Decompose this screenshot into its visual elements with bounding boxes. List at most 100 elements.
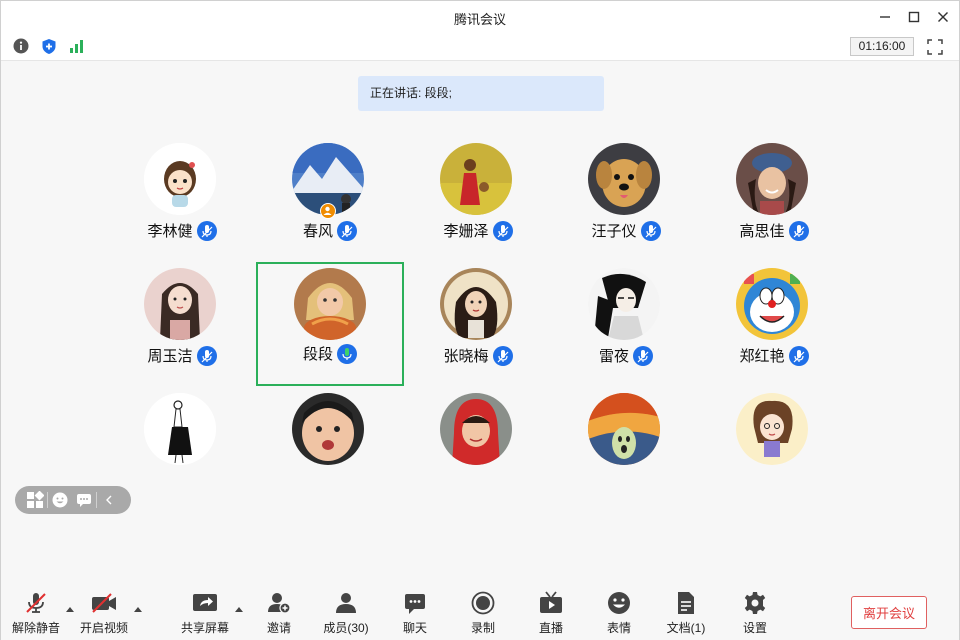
participant-tile-active[interactable]: 段段 — [256, 262, 404, 386]
name-bar: 春风 — [256, 220, 404, 241]
microphone-icon — [492, 220, 513, 241]
signal-bars-icon — [70, 40, 83, 53]
smiley-icon — [606, 591, 632, 615]
microphone-muted-icon — [23, 591, 49, 615]
cartoon-girl-avatar — [144, 143, 216, 215]
name-bar: 李林健 — [108, 220, 256, 241]
caret-up-icon — [134, 607, 142, 612]
chevron-left-icon — [106, 495, 112, 505]
documents-label: 文档(1) — [666, 621, 706, 635]
documents-button[interactable]: 文档(1) — [656, 591, 716, 637]
girl-with-hat-avatar — [736, 143, 808, 215]
microphone-icon — [196, 220, 217, 241]
red-hood-girl-avatar — [440, 393, 512, 465]
participant-name: 李林健 — [147, 223, 193, 240]
settings-button[interactable]: 设置 — [725, 591, 785, 637]
share-options-caret[interactable] — [234, 601, 244, 612]
microphone-icon — [196, 345, 217, 366]
participant-tile[interactable] — [256, 389, 404, 513]
minimize-icon — [880, 16, 890, 18]
participant-tile[interactable]: 雷夜 — [552, 264, 700, 388]
microphone-icon — [788, 345, 809, 366]
fullscreen-icon — [927, 39, 943, 55]
collapse-panel-button[interactable] — [97, 488, 121, 512]
live-label: 直播 — [538, 621, 563, 635]
settings-label: 设置 — [742, 621, 767, 635]
avatar — [440, 143, 512, 215]
comment-bubble-icon — [77, 494, 91, 507]
maximize-icon — [908, 11, 920, 23]
participant-name: 张晓梅 — [443, 348, 489, 365]
participant-tile[interactable] — [700, 389, 848, 513]
avatar — [144, 393, 216, 465]
participant-tile[interactable]: 李姗泽 — [404, 139, 552, 263]
close-button[interactable] — [933, 7, 953, 27]
name-bar: 段段 — [258, 343, 402, 364]
participant-tile[interactable]: 周玉洁 — [108, 264, 256, 388]
participant-tile[interactable]: 春风 — [256, 139, 404, 263]
unmute-label: 解除静音 — [11, 621, 60, 635]
child-face-avatar — [292, 393, 364, 465]
name-bar: 郑红艳 — [700, 345, 848, 366]
members-button[interactable]: 成员(30) — [316, 591, 376, 637]
participant-name: 高思佳 — [739, 223, 785, 240]
host-badge-icon — [320, 203, 336, 219]
minimize-button[interactable] — [875, 7, 895, 27]
start-video-button[interactable]: 开启视频 — [74, 591, 134, 637]
unmute-button[interactable]: 解除静音 — [6, 591, 66, 637]
participant-tile[interactable] — [552, 389, 700, 513]
little-girl-eating-avatar — [294, 268, 366, 340]
invite-button[interactable]: 邀请 — [249, 591, 309, 637]
members-label: 成员(30) — [323, 621, 369, 635]
leave-meeting-button[interactable]: 离开会议 — [851, 596, 927, 629]
video-options-caret[interactable] — [133, 601, 143, 612]
record-button[interactable]: 录制 — [453, 591, 513, 637]
add-user-icon — [266, 591, 292, 615]
maximize-button[interactable] — [904, 7, 924, 27]
speaking-banner: 正在讲话: 段段; — [358, 76, 604, 111]
grid-layout-icon — [27, 491, 44, 508]
participant-tile[interactable]: 汪子仪 — [552, 139, 700, 263]
participant-name: 雷夜 — [598, 348, 629, 365]
caret-up-icon — [235, 607, 243, 612]
puppy-avatar — [588, 143, 660, 215]
security-button[interactable] — [40, 37, 58, 55]
participant-tile[interactable] — [404, 389, 552, 513]
network-quality-button[interactable] — [68, 37, 86, 55]
microphone-icon — [492, 345, 513, 366]
members-icon — [333, 591, 359, 615]
participant-name: 汪子仪 — [591, 223, 637, 240]
illustrated-woman-avatar — [144, 268, 216, 340]
avatar — [440, 393, 512, 465]
reaction-button[interactable] — [48, 488, 72, 512]
share-screen-button[interactable]: 共享屏幕 — [175, 591, 235, 637]
art-portrait-avatar — [440, 268, 512, 340]
danmaku-button[interactable] — [72, 488, 96, 512]
emoji-button[interactable]: 表情 — [589, 591, 649, 637]
invite-label: 邀请 — [266, 621, 291, 635]
participant-tile[interactable]: 张晓梅 — [404, 264, 552, 388]
name-bar: 雷夜 — [552, 345, 700, 366]
name-bar: 高思佳 — [700, 220, 848, 241]
info-bar: 01:16:00 — [1, 33, 959, 61]
avatar — [736, 268, 808, 340]
live-button[interactable]: 直播 — [521, 591, 581, 637]
participant-tile[interactable]: 郑红艳 — [700, 264, 848, 388]
record-label: 录制 — [470, 621, 495, 635]
close-icon — [938, 12, 948, 22]
cartoon-lady-avatar — [736, 393, 808, 465]
meeting-window: 腾讯会议 01:16:00 正在讲话: 段段; 李林健 春风 李姗泽 汪子仪 高… — [0, 0, 960, 640]
meeting-info-button[interactable] — [12, 37, 30, 55]
sketch-figure-avatar — [144, 393, 216, 465]
avatar — [588, 393, 660, 465]
title-bar: 腾讯会议 — [1, 1, 959, 33]
avatar — [588, 143, 660, 215]
chat-button[interactable]: 聊天 — [385, 591, 445, 637]
participant-tile[interactable]: 李林健 — [108, 139, 256, 263]
fullscreen-button[interactable] — [926, 38, 944, 56]
gear-icon — [742, 591, 768, 615]
doraemon-avatar — [736, 268, 808, 340]
name-bar: 张晓梅 — [404, 345, 552, 366]
layout-switch-button[interactable] — [23, 488, 47, 512]
participant-tile[interactable]: 高思佳 — [700, 139, 848, 263]
